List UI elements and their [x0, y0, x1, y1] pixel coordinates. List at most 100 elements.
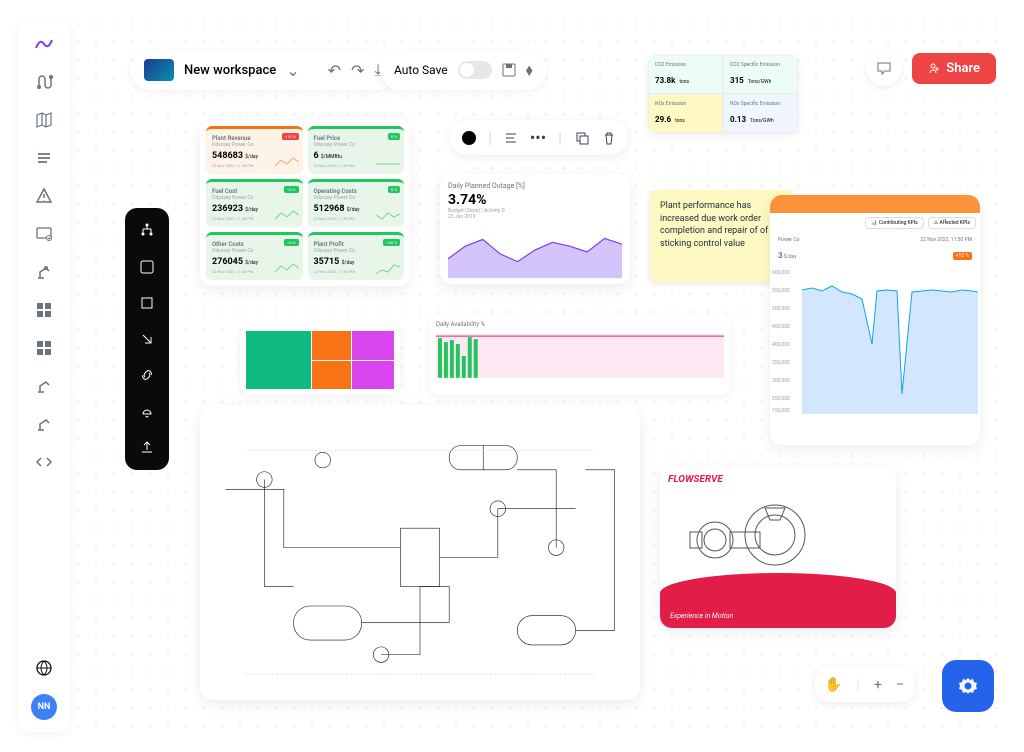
copy-icon[interactable] [574, 130, 590, 146]
availability-card[interactable]: Daily Availability % [430, 315, 730, 395]
workspace-selector: New workspace ⌄ ↶ ↷ ⤓ [130, 50, 396, 90]
share-label: Share [946, 61, 980, 76]
share-button[interactable]: Share [912, 53, 996, 84]
tool-note-icon[interactable] [138, 258, 156, 276]
svg-text:500,000: 500,000 [772, 306, 790, 312]
em-value: 0.13 [730, 115, 746, 124]
treemap-card[interactable] [240, 325, 400, 395]
valve-drawing [680, 490, 820, 580]
pid-diagram-card[interactable] [200, 405, 640, 700]
globe-icon[interactable] [32, 656, 56, 680]
kpi-badge: 0 % [388, 133, 400, 140]
em-value: 315 [730, 76, 744, 85]
em-label: CO2 Specific Emission [730, 62, 791, 68]
revenue-chart-card[interactable]: 📊 Contributing KPIs ⚠ Affected KPIs Powe… [770, 195, 980, 445]
zoom-out-icon[interactable]: − [896, 677, 904, 693]
em-unit: Tons/GWh [750, 118, 774, 124]
kpi-value: 548683 [212, 151, 243, 161]
kpi-value: 276045 [212, 257, 243, 267]
gear-icon [957, 675, 979, 697]
pan-icon[interactable]: ✋ [825, 677, 842, 693]
em-label: NOx Emission [655, 101, 716, 107]
list-icon[interactable] [32, 146, 56, 170]
top-right-controls: Share [866, 50, 996, 86]
em-value: 29.6 [655, 115, 671, 124]
line-company: Power Co [778, 237, 799, 243]
autosave-toggle[interactable] [458, 61, 492, 79]
kpi-badge: 0 % [388, 186, 400, 193]
grid-icon-2[interactable] [32, 336, 56, 360]
monitor-icon[interactable] [32, 222, 56, 246]
more-icon[interactable]: ••• [530, 128, 546, 147]
kpi-tile[interactable]: 0 % Operating Costs Odyssey Power Co 512… [308, 179, 405, 227]
flowserve-tagline: Experience in Motion [670, 612, 733, 620]
kpi-tile[interactable]: +4 % Other Costs Odyssey Power Co 276045… [206, 232, 303, 280]
affected-kpi-pill[interactable]: ⚠ Affected KPIs [928, 217, 976, 229]
kpi-unit: $/MMBtu [321, 154, 342, 160]
code-icon[interactable] [32, 450, 56, 474]
svg-text:550,000: 550,000 [772, 288, 790, 294]
kpi-tile[interactable]: 0 % Fuel Price Odyssey Power Co 6 $/MMBt… [308, 126, 405, 174]
kpi-tile[interactable]: +12 % Plant Revenue Odyssey Power Co 548… [206, 126, 303, 174]
contributing-kpi-pill[interactable]: 📊 Contributing KPIs [865, 217, 923, 229]
outage-card[interactable]: Daily Planned Outage [%] 3.74% Budget (S… [440, 174, 630, 284]
redo-icon[interactable]: ↷ [351, 61, 364, 80]
settings-button[interactable] [942, 660, 994, 712]
kpi-unit: $/day [347, 207, 360, 213]
align-icon[interactable] [504, 131, 518, 145]
tool-bell-icon[interactable] [138, 402, 156, 420]
zoom-controls: ✋ | + − [815, 667, 914, 702]
em-value: 73.8k [655, 76, 675, 85]
em-unit: tons [675, 118, 685, 124]
tool-square-icon[interactable] [138, 294, 156, 312]
zoom-in-icon[interactable]: + [874, 677, 882, 693]
trash-icon[interactable] [602, 131, 616, 145]
kpi-badge: +4 % [284, 239, 298, 246]
tool-arrow-icon[interactable] [138, 330, 156, 348]
kpi-tile[interactable]: +3 % Fuel Cost Odyssey Power Co 236923 $… [206, 179, 303, 227]
tool-upload-icon[interactable] [138, 438, 156, 456]
logo-icon[interactable] [32, 32, 56, 56]
flowserve-card[interactable]: FLOWSERVE Experience in Motion [660, 466, 896, 628]
svg-text:600,000: 600,000 [772, 270, 790, 276]
em-unit: Tons/GWh [748, 79, 772, 85]
workspace-name: New workspace [184, 63, 276, 78]
robot-arm-icon[interactable] [32, 260, 56, 284]
kpi-badge: +12 % [282, 133, 299, 140]
chevron-down-icon[interactable]: ⌄ [286, 61, 299, 80]
kpi-tile[interactable]: +20 % Plant Profit Odyssey Power Co 3571… [308, 232, 405, 280]
kpi-card-grid[interactable]: +12 % Plant Revenue Odyssey Power Co 548… [200, 120, 410, 286]
svg-text:450,000: 450,000 [772, 324, 790, 330]
em-unit: tons [679, 79, 689, 85]
workspace-thumb-icon [144, 59, 174, 81]
kpi-subtitle: Odyssey Power Co [212, 142, 297, 148]
emission-card[interactable]: CO2 Emission 73.8k tons CO2 Specific Emis… [648, 55, 798, 133]
line-date: 22 Nov 2022, 11:30 PM [920, 237, 972, 243]
kpi-badge: +3 % [284, 186, 298, 193]
robot-arm-icon-3[interactable] [32, 412, 56, 436]
kpi-title: Fuel Price [314, 135, 399, 142]
outage-chart [448, 224, 622, 279]
selection-toolbar: | ••• | [450, 120, 628, 155]
undo-icon[interactable]: ↶ [328, 61, 341, 80]
alert-icon[interactable] [32, 184, 56, 208]
em-label: CO2 Emission [655, 62, 716, 68]
outage-date: 23 Jan 2019 [448, 214, 622, 220]
color-swatch-icon[interactable] [462, 131, 476, 145]
kpi-subtitle: Odyssey Power Co [314, 142, 399, 148]
map-icon[interactable] [32, 108, 56, 132]
kpi-badge: +20 % [383, 239, 400, 246]
comment-button[interactable] [866, 50, 902, 86]
apple-icon[interactable]: ⬧ [526, 60, 533, 80]
availability-title: Daily Availability % [436, 321, 724, 328]
availability-chart [436, 328, 724, 386]
tool-link-icon[interactable] [138, 366, 156, 384]
route-icon[interactable] [32, 70, 56, 94]
grid-icon-1[interactable] [32, 298, 56, 322]
tool-flow-icon[interactable] [138, 222, 156, 240]
robot-arm-icon-2[interactable] [32, 374, 56, 398]
avatar[interactable]: NN [31, 694, 57, 720]
save-icon[interactable] [502, 63, 516, 77]
svg-text:150,000: 150,000 [772, 408, 790, 414]
canvas-toolbar [125, 208, 169, 470]
